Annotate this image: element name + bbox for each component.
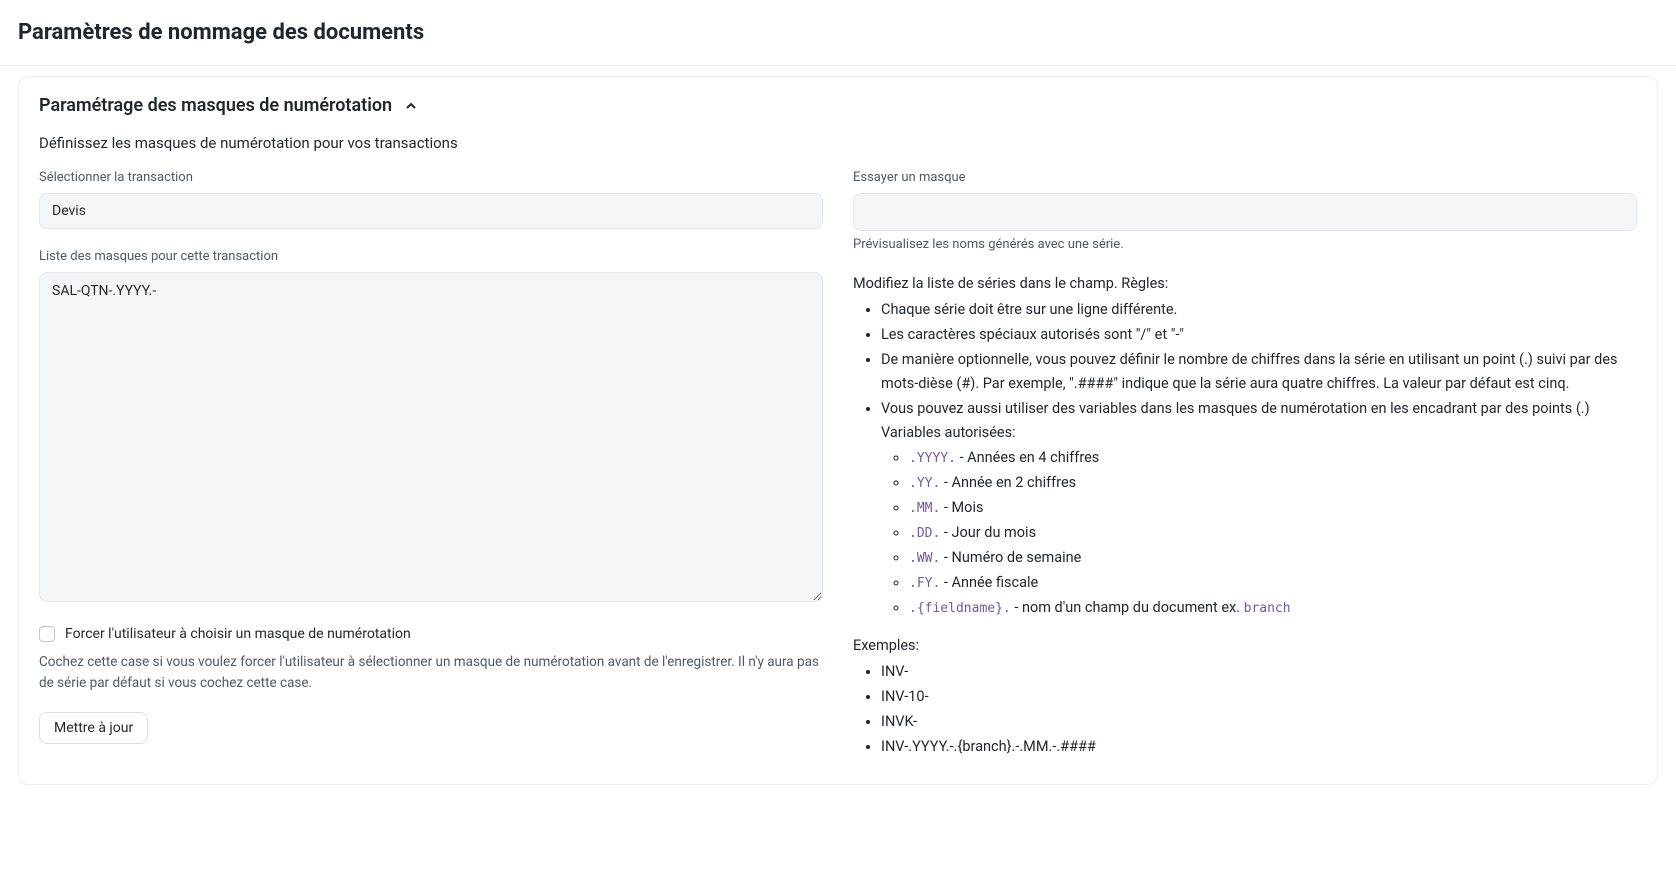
rule-item: Chaque série doit être sur une ligne dif… (881, 298, 1637, 322)
rule-item-vars: Vous pouvez aussi utiliser des variables… (881, 397, 1637, 620)
rule-item: Les caractères spéciaux autorisés sont "… (881, 323, 1637, 347)
page-header: Paramètres de nommage des documents (0, 0, 1676, 66)
examples-list: INV- INV-10- INVK- INV-.YYYY.-.{branch}.… (853, 660, 1637, 759)
update-button[interactable]: Mettre à jour (39, 712, 148, 744)
page-title: Paramètres de nommage des documents (18, 20, 1658, 45)
left-column: Sélectionner la transaction Liste des ma… (39, 170, 823, 760)
section-header[interactable]: Paramétrage des masques de numérotation (39, 95, 1637, 116)
var-item: .MM. - Mois (909, 496, 1637, 520)
naming-series-card: Paramétrage des masques de numérotation … (18, 76, 1658, 785)
var-item: .DD. - Jour du mois (909, 521, 1637, 545)
section-title: Paramétrage des masques de numérotation (39, 95, 392, 116)
force-naming-help: Cochez cette case si vous voulez forcer … (39, 652, 823, 694)
force-naming-label[interactable]: Forcer l'utilisateur à choisir un masque… (65, 626, 411, 642)
rules-block: Modifiez la liste de séries dans le cham… (853, 272, 1637, 759)
vars-list: .YYYY. - Années en 4 chiffres .YY. - Ann… (881, 446, 1637, 619)
transaction-select-label: Sélectionner la transaction (39, 170, 823, 185)
force-naming-checkbox[interactable] (39, 626, 55, 642)
rules-list: Chaque série doit être sur une ligne dif… (853, 298, 1637, 620)
rule-item: De manière optionnelle, vous pouvez défi… (881, 348, 1637, 396)
example-item: INV- (881, 660, 1637, 684)
example-item: INV-.YYYY.-.{branch}.-.MM.-.#### (881, 735, 1637, 759)
transaction-select[interactable] (39, 193, 823, 229)
example-item: INV-10- (881, 685, 1637, 709)
var-item: .YYYY. - Années en 4 chiffres (909, 446, 1637, 470)
example-item: INVK- (881, 710, 1637, 734)
right-column: Essayer un masque Prévisualisez les noms… (853, 170, 1637, 760)
try-series-input[interactable] (853, 193, 1637, 231)
try-series-label: Essayer un masque (853, 170, 1637, 185)
var-item: .WW. - Numéro de semaine (909, 546, 1637, 570)
var-item: .YY. - Année en 2 chiffres (909, 471, 1637, 495)
content-wrapper: Paramétrage des masques de numérotation … (0, 66, 1676, 795)
series-list-label: Liste des masques pour cette transaction (39, 249, 823, 264)
examples-label: Exemples: (853, 634, 1637, 658)
try-series-help: Prévisualisez les noms générés avec une … (853, 237, 1637, 252)
chevron-up-icon (404, 99, 418, 113)
series-list-textarea[interactable] (39, 272, 823, 602)
var-item: .FY. - Année fiscale (909, 571, 1637, 595)
var-item: .{fieldname}. - nom d'un champ du docume… (909, 596, 1637, 620)
rules-intro: Modifiez la liste de séries dans le cham… (853, 272, 1637, 296)
section-subheading: Définissez les masques de numérotation p… (39, 134, 1637, 152)
